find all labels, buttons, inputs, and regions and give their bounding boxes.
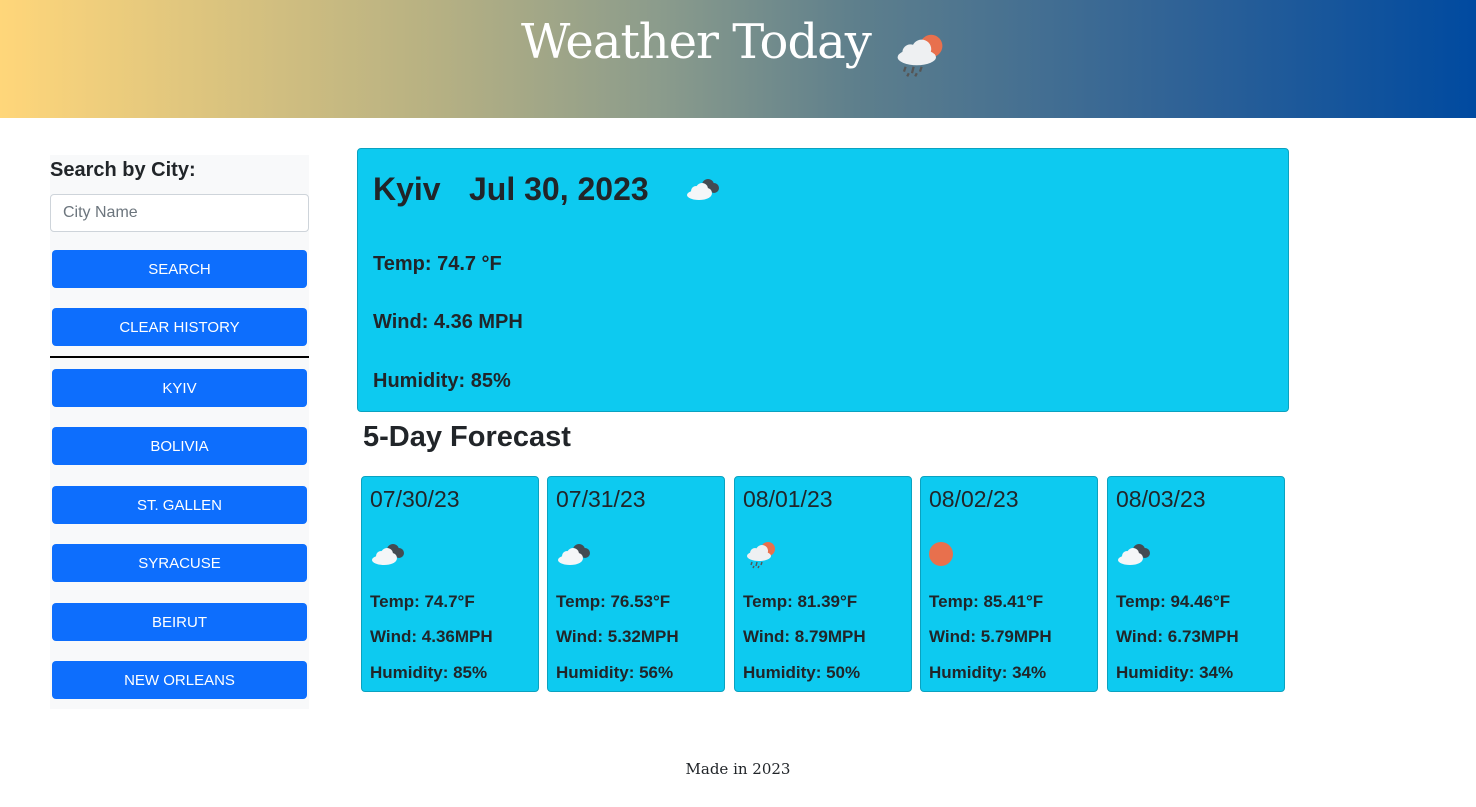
app-header: Weather Today	[0, 0, 1476, 118]
forecast-wind: Wind: 8.79MPH	[743, 627, 866, 646]
current-wind: Wind: 4.36 MPH	[373, 311, 523, 333]
forecast-wind: Wind: 4.36MPH	[370, 627, 493, 646]
forecast-date: 08/02/23	[929, 486, 1019, 512]
forecast-card: 08/01/23 Temp: 81.39°F Wind: 8.79MPH Hum…	[734, 476, 912, 692]
current-temp: Temp: 74.7 °F	[373, 253, 502, 275]
cloud-rain-sun-icon	[741, 539, 781, 569]
forecast-wind: Wind: 5.32MPH	[556, 627, 679, 646]
search-label: Search by City:	[50, 159, 196, 181]
current-weather-card: Kyiv Jul 30, 2023 Temp: 74.7 °F Wind: 4.…	[357, 148, 1289, 412]
app-title: Weather Today	[521, 14, 872, 70]
forecast-temp: Temp: 81.39°F	[743, 592, 858, 611]
cloud-icon	[368, 539, 408, 569]
current-humidity: Humidity: 85%	[373, 370, 511, 392]
history-button-st-gallen[interactable]: ST. GALLEN	[52, 486, 307, 524]
forecast-wind: Wind: 6.73MPH	[1116, 627, 1239, 646]
forecast-temp: Temp: 94.46°F	[1116, 592, 1231, 611]
history-button-beirut[interactable]: BEIRUT	[52, 603, 307, 641]
clear-history-button[interactable]: CLEAR HISTORY	[52, 308, 307, 346]
city-search-input[interactable]	[50, 194, 309, 232]
current-date: Jul 30, 2023	[469, 171, 649, 207]
history-button-new-orleans[interactable]: NEW ORLEANS	[52, 661, 307, 699]
cloud-rain-sun-icon	[888, 26, 952, 82]
forecast-date: 07/30/23	[370, 486, 460, 512]
forecast-humidity: Humidity: 50%	[743, 663, 861, 682]
history-button-bolivia[interactable]: BOLIVIA	[52, 427, 307, 465]
cloud-icon	[1114, 539, 1154, 569]
history-button-kyiv[interactable]: KYIV	[52, 369, 307, 407]
forecast-wind: Wind: 5.79MPH	[929, 627, 1052, 646]
cloud-icon	[683, 174, 723, 204]
forecast-card: 08/03/23 Temp: 94.46°F Wind: 6.73MPH Hum…	[1107, 476, 1285, 692]
forecast-humidity: Humidity: 85%	[370, 663, 488, 682]
forecast-card: 07/31/23 Temp: 76.53°F Wind: 5.32MPH Hum…	[547, 476, 725, 692]
forecast-date: 08/01/23	[743, 486, 833, 512]
search-sidebar: Search by City: SEARCH CLEAR HISTORY KYI…	[50, 155, 309, 709]
forecast-temp: Temp: 85.41°F	[929, 592, 1044, 611]
forecast-temp: Temp: 76.53°F	[556, 592, 671, 611]
current-city: Kyiv	[373, 171, 441, 207]
cloud-icon	[554, 539, 594, 569]
forecast-date: 07/31/23	[556, 486, 646, 512]
forecast-date: 08/03/23	[1116, 486, 1206, 512]
page-footer: Made in 2023	[685, 760, 791, 778]
forecast-temp: Temp: 74.7°F	[370, 592, 475, 611]
forecast-humidity: Humidity: 34%	[1116, 663, 1234, 682]
forecast-title: 5-Day Forecast	[363, 421, 571, 453]
forecast-card: 08/02/23 Temp: 85.41°F Wind: 5.79MPH Hum…	[920, 476, 1098, 692]
forecast-card: 07/30/23 Temp: 74.7°F Wind: 4.36MPH Humi…	[361, 476, 539, 692]
sidebar-divider	[50, 356, 309, 358]
sun-icon	[927, 539, 967, 569]
search-button[interactable]: SEARCH	[52, 250, 307, 288]
forecast-humidity: Humidity: 56%	[556, 663, 674, 682]
history-button-syracuse[interactable]: SYRACUSE	[52, 544, 307, 582]
forecast-humidity: Humidity: 34%	[929, 663, 1047, 682]
